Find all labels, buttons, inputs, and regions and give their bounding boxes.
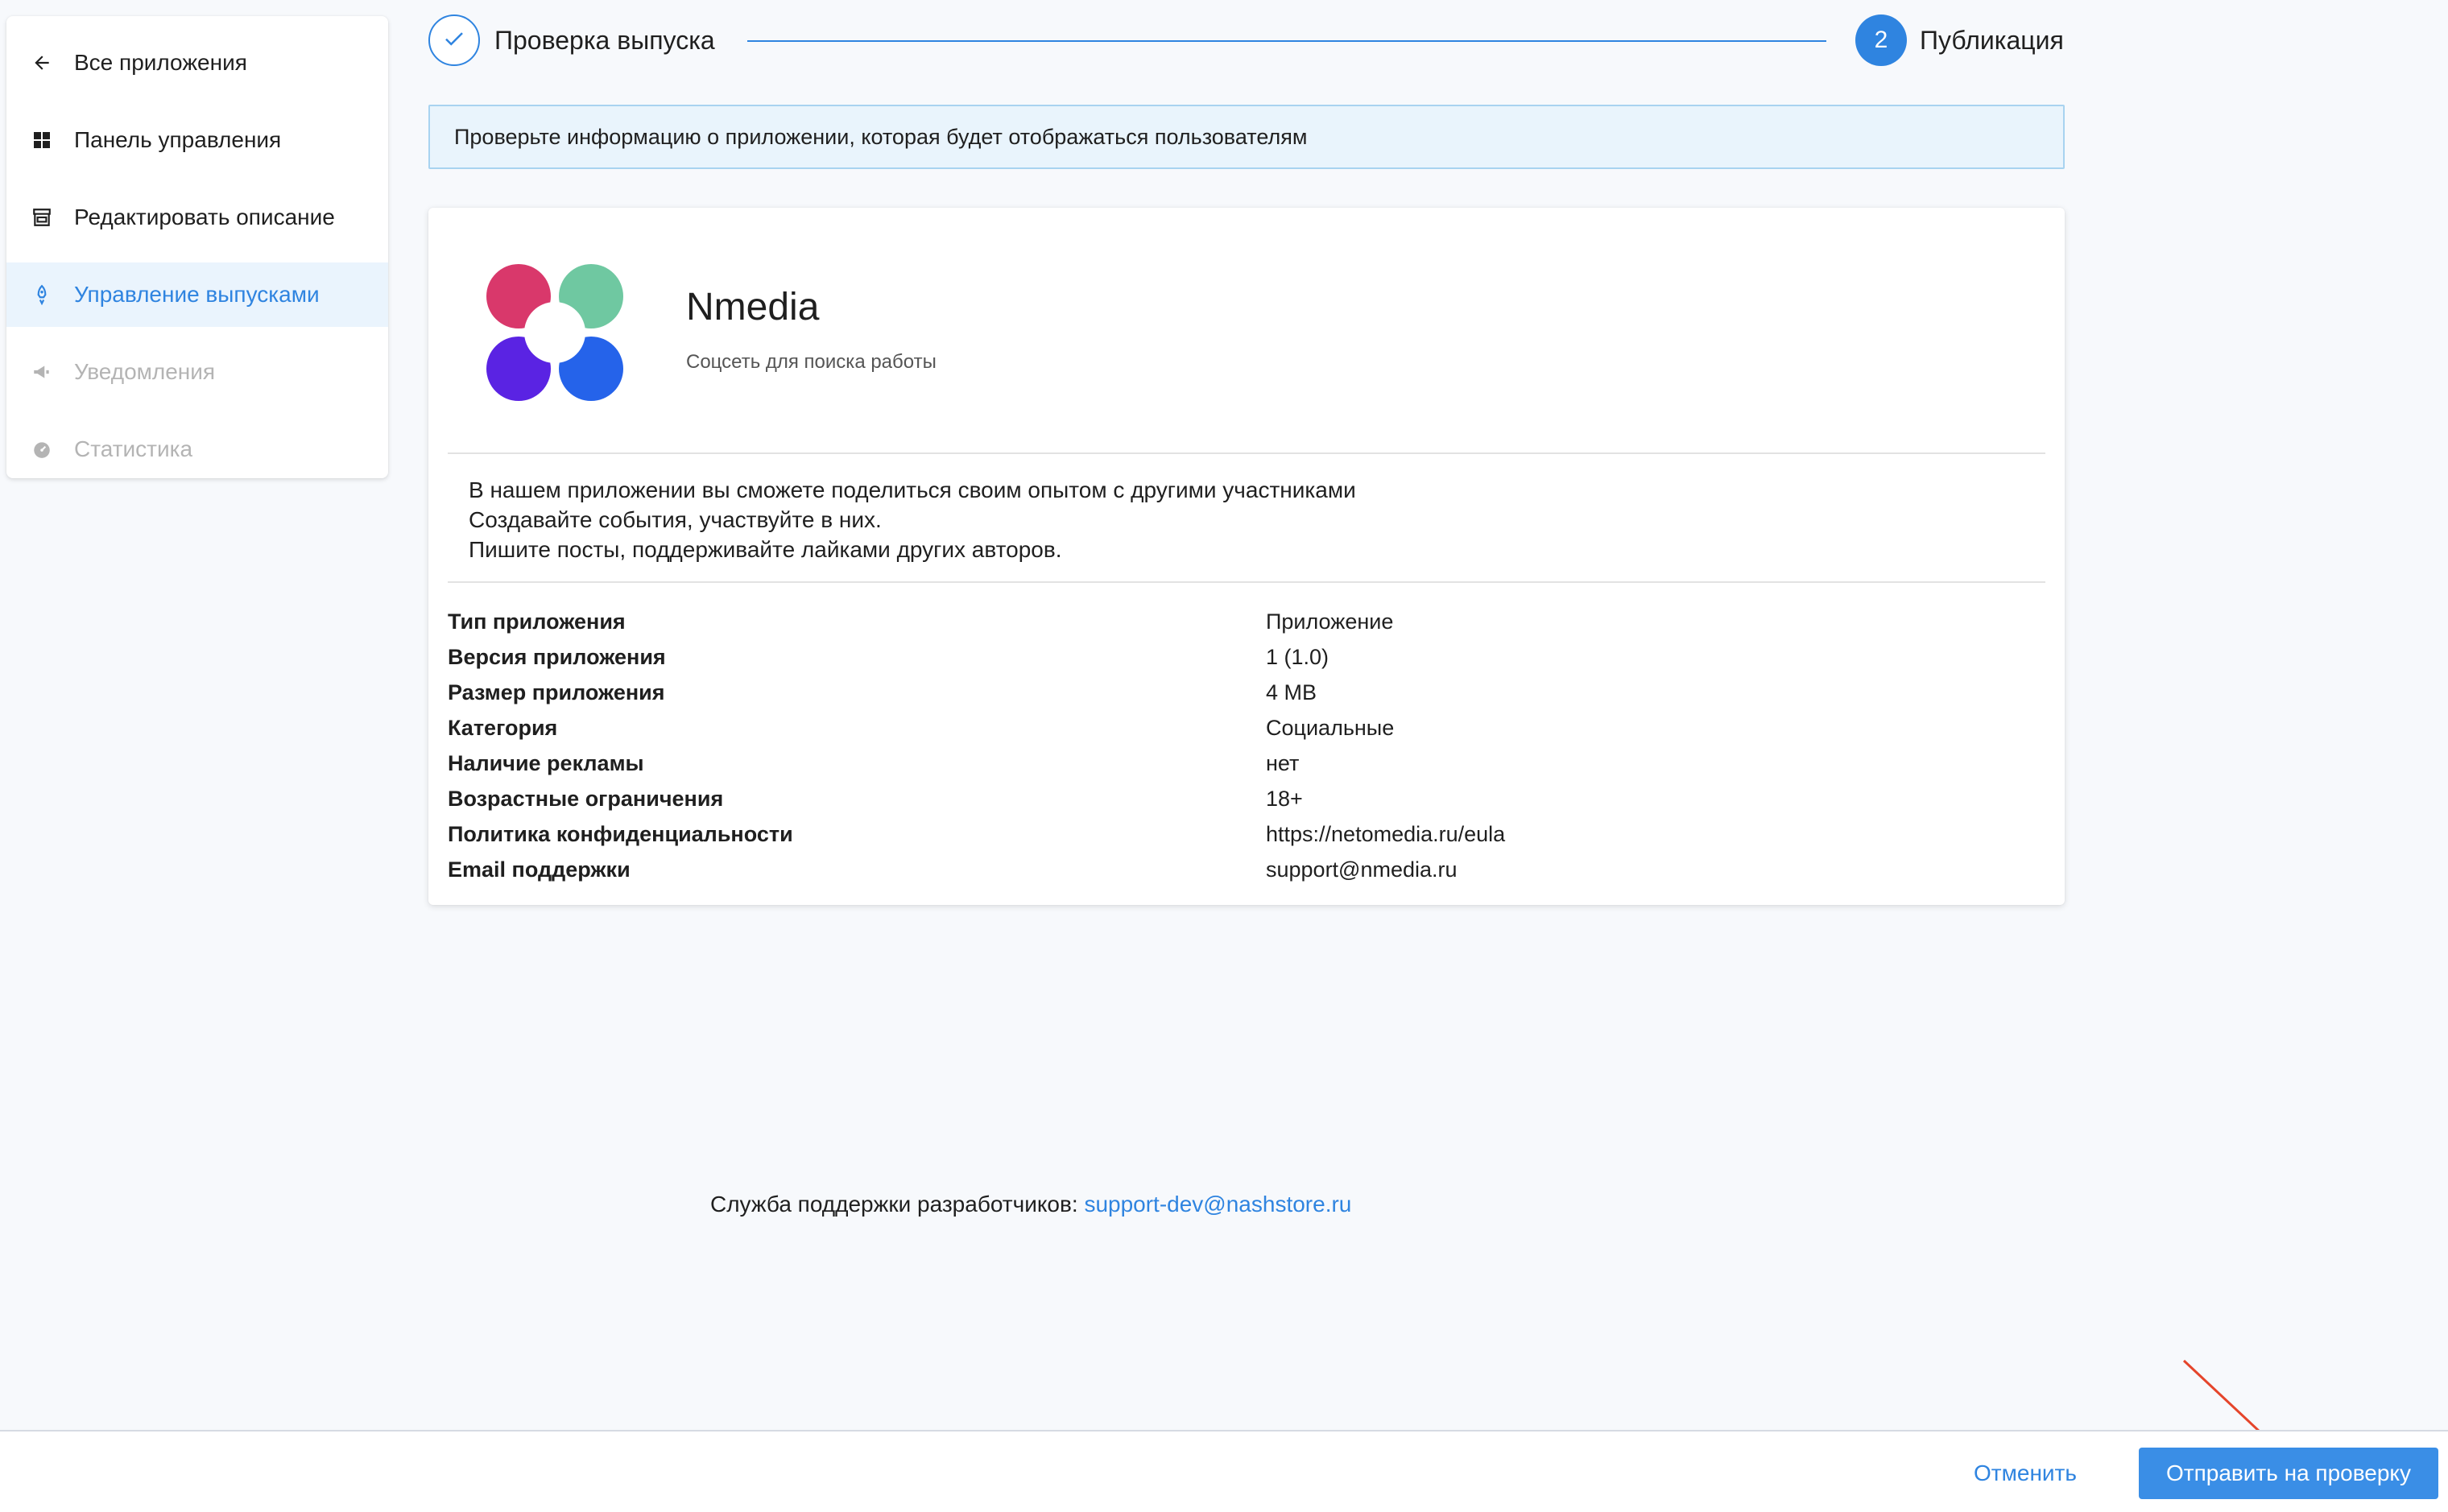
sidebar-item-all-apps[interactable]: Все приложения [6, 31, 388, 95]
speedometer-icon [31, 438, 53, 461]
rocket-icon [31, 283, 53, 306]
detail-key: Наличие рекламы [448, 750, 644, 775]
sidebar-item-dashboard[interactable]: Панель управления [6, 108, 388, 172]
sidebar-item-label: Все приложения [74, 50, 247, 75]
info-banner-text: Проверьте информацию о приложении, котор… [454, 124, 1308, 149]
step-connector [747, 40, 1826, 42]
support-email-link[interactable]: support-dev@nashstore.ru [1084, 1192, 1351, 1217]
app-details-table: Тип приложения Приложение Версия приложе… [448, 604, 2045, 887]
detail-key: Политика конфиденциальности [448, 821, 793, 846]
detail-row: Категория Социальные [448, 710, 2045, 746]
step-1-label: Проверка выпуска [494, 26, 715, 55]
detail-value: Приложение [1266, 609, 1394, 634]
checkmark-icon [442, 27, 466, 55]
app-logo [486, 264, 623, 401]
sidebar-item-label: Редактировать описание [74, 204, 335, 229]
submit-for-review-button[interactable]: Отправить на проверку [2139, 1448, 2438, 1499]
sidebar-item-release-management[interactable]: Управление выпусками [6, 262, 388, 327]
detail-row: Наличие рекламы нет [448, 746, 2045, 781]
arrow-left-icon [31, 52, 53, 74]
detail-row: Email поддержки support@nmedia.ru [448, 852, 2045, 887]
detail-value: support@nmedia.ru [1266, 857, 1458, 882]
app-description: В нашем приложении вы сможете поделиться… [469, 475, 1356, 564]
detail-key: Категория [448, 715, 558, 740]
support-label: Служба поддержки разработчиков: [710, 1192, 1085, 1217]
developer-support-text: Служба поддержки разработчиков: support-… [710, 1192, 1351, 1217]
detail-row: Версия приложения 1 (1.0) [448, 639, 2045, 675]
storefront-icon [31, 206, 53, 229]
step-2-indicator: 2 [1855, 14, 1907, 66]
detail-key: Размер приложения [448, 680, 665, 704]
divider [448, 581, 2045, 583]
step-completed-indicator [428, 14, 480, 66]
detail-row: Размер приложения 4 MB [448, 675, 2045, 710]
app-name: Nmedia [686, 286, 820, 328]
megaphone-icon [31, 361, 53, 383]
detail-value: 4 MB [1266, 680, 1317, 704]
detail-key: Тип приложения [448, 609, 626, 634]
bottom-action-bar: Отменить Отправить на проверку [0, 1430, 2448, 1512]
divider [448, 452, 2045, 454]
cancel-button[interactable]: Отменить [1949, 1448, 2102, 1499]
info-banner: Проверьте информацию о приложении, котор… [428, 105, 2065, 169]
dashboard-grid-icon [31, 129, 53, 151]
sidebar-item-label: Панель управления [74, 127, 282, 152]
sidebar-item-notifications[interactable]: Уведомления [6, 340, 388, 404]
detail-value: 18+ [1266, 786, 1303, 811]
detail-key: Версия приложения [448, 644, 666, 669]
detail-row: Политика конфиденциальности https://neto… [448, 816, 2045, 852]
detail-key: Возрастные ограничения [448, 786, 724, 811]
detail-value: нет [1266, 750, 1300, 775]
sidebar-item-edit-description[interactable]: Редактировать описание [6, 185, 388, 250]
stepper: Проверка выпуска 2 Публикация [428, 14, 2065, 68]
detail-value: 1 (1.0) [1266, 644, 1329, 669]
detail-row: Возрастные ограничения 18+ [448, 781, 2045, 816]
detail-value: https://netomedia.ru/eula [1266, 821, 1506, 846]
sidebar-item-statistics[interactable]: Статистика [6, 417, 388, 481]
sidebar-item-label: Статистика [74, 436, 193, 461]
sidebar-item-label: Управление выпусками [74, 282, 320, 307]
description-line: В нашем приложении вы сможете поделиться… [469, 477, 1356, 502]
app-subtitle: Соцсеть для поиска работы [686, 351, 937, 373]
detail-value: Социальные [1266, 715, 1395, 740]
detail-row: Тип приложения Приложение [448, 604, 2045, 639]
sidebar-item-label: Уведомления [74, 359, 216, 384]
description-line: Пишите посты, поддерживайте лайками друг… [469, 537, 1062, 562]
step-2-label: Публикация [1920, 26, 2064, 55]
detail-key: Email поддержки [448, 857, 631, 882]
sidebar: Все приложения Панель управления Редакти… [6, 16, 388, 478]
app-preview-card: Nmedia Соцсеть для поиска работы В нашем… [428, 208, 2065, 905]
description-line: Создавайте события, участвуйте в них. [469, 507, 882, 532]
